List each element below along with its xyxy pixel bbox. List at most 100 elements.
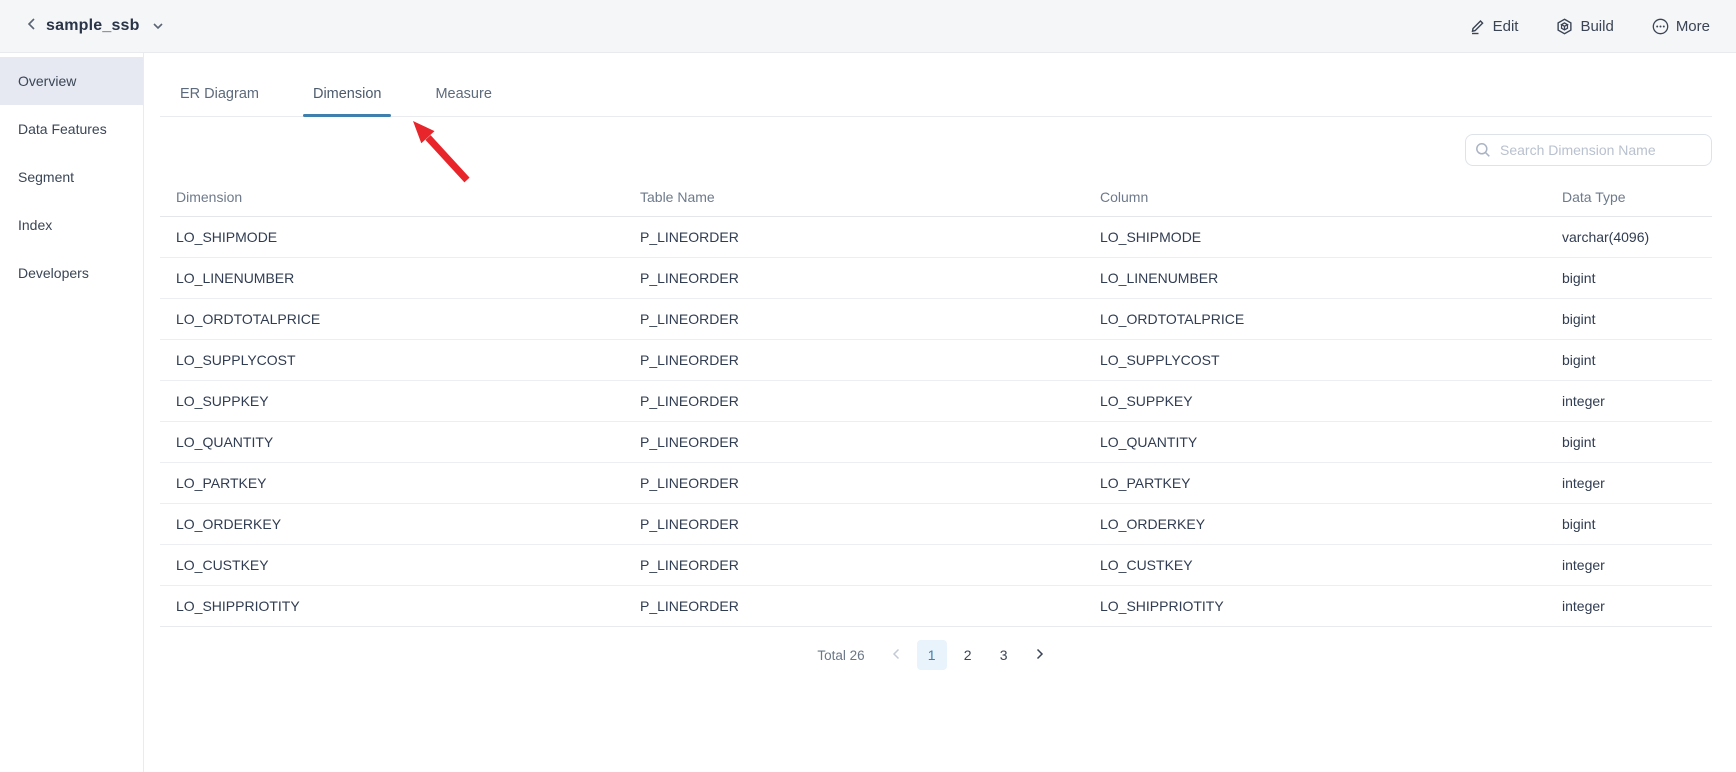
pagination-page-2[interactable]: 2 xyxy=(953,640,983,670)
table-cell: LO_SUPPLYCOST xyxy=(1084,340,1546,380)
sidebar-item-data-features[interactable]: Data Features xyxy=(0,105,143,153)
pagination-prev-button[interactable] xyxy=(881,640,911,670)
table-cell: bigint xyxy=(1546,422,1712,462)
table-cell: LO_QUANTITY xyxy=(160,422,624,462)
toolbar xyxy=(144,117,1736,177)
pagination-total: Total 26 xyxy=(817,648,864,663)
table-row: LO_CUSTKEYP_LINEORDERLO_CUSTKEYinteger xyxy=(160,545,1712,586)
tab-er-diagram[interactable]: ER Diagram xyxy=(170,86,269,116)
table-cell: P_LINEORDER xyxy=(624,299,1084,339)
table-body: LO_SHIPMODEP_LINEORDERLO_SHIPMODEvarchar… xyxy=(160,217,1712,627)
table-cell: LO_ORDERKEY xyxy=(1084,504,1546,544)
sidebar-item-overview[interactable]: Overview xyxy=(0,57,143,105)
pencil-icon xyxy=(1469,18,1486,35)
build-button[interactable]: Build xyxy=(1556,18,1613,35)
table-cell: LO_PARTKEY xyxy=(160,463,624,503)
ellipsis-circle-icon xyxy=(1652,18,1669,35)
more-button[interactable]: More xyxy=(1652,18,1710,35)
column-header-dimension: Dimension xyxy=(160,177,624,216)
table-row: LO_SUPPLYCOSTP_LINEORDERLO_SUPPLYCOSTbig… xyxy=(160,340,1712,381)
table-cell: bigint xyxy=(1546,340,1712,380)
table-header: Dimension Table Name Column Data Type xyxy=(160,177,1712,217)
sidebar-item-label: Overview xyxy=(18,73,76,89)
column-header-data-type: Data Type xyxy=(1546,177,1712,216)
table-row: LO_ORDTOTALPRICEP_LINEORDERLO_ORDTOTALPR… xyxy=(160,299,1712,340)
table-cell: LO_LINENUMBER xyxy=(160,258,624,298)
back-button[interactable] xyxy=(26,17,36,36)
table-cell: LO_CUSTKEY xyxy=(160,545,624,585)
table-row: LO_SHIPMODEP_LINEORDERLO_SHIPMODEvarchar… xyxy=(160,217,1712,258)
dimension-table: Dimension Table Name Column Data Type LO… xyxy=(160,177,1712,627)
table-cell: bigint xyxy=(1546,258,1712,298)
sidebar-item-index[interactable]: Index xyxy=(0,201,143,249)
column-header-column: Column xyxy=(1084,177,1546,216)
build-label: Build xyxy=(1580,18,1613,35)
table-cell: integer xyxy=(1546,463,1712,503)
table-cell: LO_QUANTITY xyxy=(1084,422,1546,462)
table-cell: LO_SHIPPRIOTITY xyxy=(1084,586,1546,626)
table-cell: bigint xyxy=(1546,299,1712,339)
table-row: LO_QUANTITYP_LINEORDERLO_QUANTITYbigint xyxy=(160,422,1712,463)
table-cell: LO_PARTKEY xyxy=(1084,463,1546,503)
table-cell: P_LINEORDER xyxy=(624,586,1084,626)
title-dropdown[interactable] xyxy=(152,17,164,35)
table-cell: LO_SUPPLYCOST xyxy=(160,340,624,380)
table-cell: LO_SHIPPRIOTITY xyxy=(160,586,624,626)
table-cell: P_LINEORDER xyxy=(624,258,1084,298)
sidebar-item-label: Data Features xyxy=(18,121,107,137)
table-cell: LO_ORDTOTALPRICE xyxy=(160,299,624,339)
table-cell: P_LINEORDER xyxy=(624,422,1084,462)
table-row: LO_PARTKEYP_LINEORDERLO_PARTKEYinteger xyxy=(160,463,1712,504)
more-label: More xyxy=(1676,18,1710,35)
chevron-right-icon xyxy=(1035,647,1045,663)
table-cell: LO_ORDTOTALPRICE xyxy=(1084,299,1546,339)
table-cell: P_LINEORDER xyxy=(624,381,1084,421)
table-cell: LO_LINENUMBER xyxy=(1084,258,1546,298)
search-box xyxy=(1465,134,1712,166)
chevron-left-icon xyxy=(26,17,36,36)
sidebar-item-label: Developers xyxy=(18,265,89,281)
table-cell: integer xyxy=(1546,381,1712,421)
pagination-next-button[interactable] xyxy=(1025,640,1055,670)
topbar: sample_ssb Edit xyxy=(0,0,1736,53)
table-cell: LO_SHIPMODE xyxy=(1084,217,1546,257)
main-content: ER Diagram Dimension Measure xyxy=(144,53,1736,772)
table-row: LO_SHIPPRIOTITYP_LINEORDERLO_SHIPPRIOTIT… xyxy=(160,586,1712,627)
table-row: LO_SUPPKEYP_LINEORDERLO_SUPPKEYinteger xyxy=(160,381,1712,422)
table-cell: LO_SUPPKEY xyxy=(160,381,624,421)
table-row: LO_LINENUMBERP_LINEORDERLO_LINENUMBERbig… xyxy=(160,258,1712,299)
sidebar-item-segment[interactable]: Segment xyxy=(0,153,143,201)
tab-bar: ER Diagram Dimension Measure xyxy=(160,53,1712,117)
table-cell: P_LINEORDER xyxy=(624,545,1084,585)
search-input[interactable] xyxy=(1465,134,1712,166)
pagination: Total 26 1 2 3 xyxy=(160,639,1712,671)
table-cell: bigint xyxy=(1546,504,1712,544)
table-row: LO_ORDERKEYP_LINEORDERLO_ORDERKEYbigint xyxy=(160,504,1712,545)
sidebar-item-developers[interactable]: Developers xyxy=(0,249,143,297)
tab-dimension[interactable]: Dimension xyxy=(303,86,392,116)
sidebar: Overview Data Features Segment Index Dev… xyxy=(0,53,144,772)
edit-label: Edit xyxy=(1493,18,1519,35)
table-cell: P_LINEORDER xyxy=(624,217,1084,257)
table-cell: LO_ORDERKEY xyxy=(160,504,624,544)
table-cell: integer xyxy=(1546,545,1712,585)
table-cell: P_LINEORDER xyxy=(624,463,1084,503)
table-cell: LO_SUPPKEY xyxy=(1084,381,1546,421)
sidebar-item-label: Segment xyxy=(18,169,74,185)
chevron-left-icon xyxy=(891,647,901,663)
pagination-page-1[interactable]: 1 xyxy=(917,640,947,670)
table-cell: LO_CUSTKEY xyxy=(1084,545,1546,585)
chevron-down-icon xyxy=(152,17,164,35)
table-cell: P_LINEORDER xyxy=(624,340,1084,380)
tab-measure[interactable]: Measure xyxy=(425,86,501,116)
model-title: sample_ssb xyxy=(46,17,140,35)
cube-icon xyxy=(1556,18,1573,35)
table-cell: P_LINEORDER xyxy=(624,504,1084,544)
table-cell: varchar(4096) xyxy=(1546,217,1712,257)
sidebar-item-label: Index xyxy=(18,217,52,233)
edit-button[interactable]: Edit xyxy=(1469,18,1519,35)
pagination-page-3[interactable]: 3 xyxy=(989,640,1019,670)
table-cell: LO_SHIPMODE xyxy=(160,217,624,257)
table-cell: integer xyxy=(1546,586,1712,626)
column-header-table-name: Table Name xyxy=(624,177,1084,216)
